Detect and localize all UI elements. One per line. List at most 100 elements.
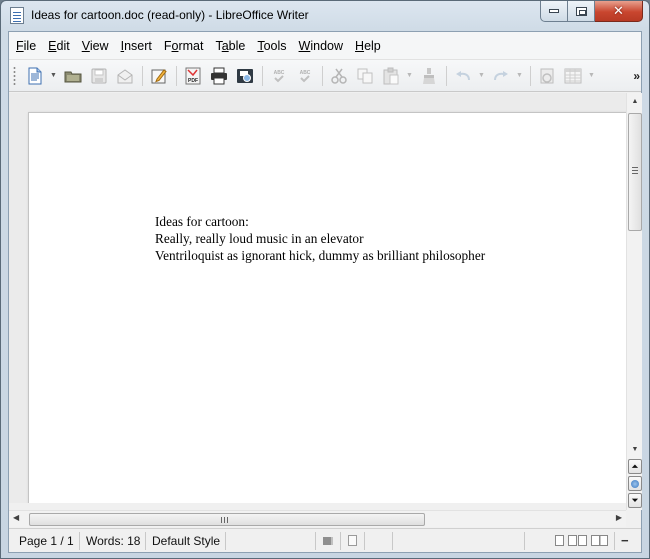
autospellcheck-icon: ABC <box>300 70 311 82</box>
folder-open-icon <box>64 71 82 82</box>
maximize-button[interactable] <box>568 1 595 22</box>
insert-mode-status[interactable] <box>316 531 341 550</box>
zoom-slider[interactable]: − <box>615 532 641 550</box>
toolbar-overflow-button[interactable]: » <box>633 69 639 83</box>
document-page[interactable]: Ideas for cartoon: Really, really loud m… <box>29 113 626 503</box>
zoom-out-icon[interactable]: − <box>621 533 629 548</box>
selection-mode-icon <box>348 535 357 546</box>
spellcheck-icon: ABC <box>274 70 285 82</box>
menu-view[interactable]: View <box>81 37 110 55</box>
toolbar-grip-handle[interactable] <box>13 65 16 86</box>
paste-dropdown[interactable]: ▼ <box>406 72 413 79</box>
menu-accelerator: H <box>355 38 365 53</box>
open-button[interactable] <box>62 65 84 87</box>
digital-signature-status[interactable] <box>365 531 393 550</box>
window-controls: ✕ <box>540 1 643 22</box>
paste-button[interactable] <box>380 65 402 87</box>
view-layout-buttons <box>525 531 615 550</box>
minimize-icon <box>549 9 559 13</box>
paintbrush-icon <box>423 67 435 84</box>
autospellcheck-button[interactable]: ABC <box>294 65 316 87</box>
menu-format[interactable]: Format <box>163 37 205 55</box>
minimize-button[interactable] <box>540 1 568 22</box>
table-icon <box>564 68 582 83</box>
horizontal-scrollbar[interactable]: ◀ ▶ <box>9 510 626 527</box>
toolbar-separator <box>142 65 143 86</box>
export-pdf-button[interactable]: PDF <box>182 65 204 87</box>
scroll-right-arrow-icon[interactable]: ▶ <box>616 513 622 522</box>
horizontal-scroll-thumb[interactable] <box>29 513 425 526</box>
spellcheck-button[interactable]: ABC <box>268 65 290 87</box>
insert-table-button[interactable] <box>562 65 584 87</box>
envelope-icon <box>117 68 133 83</box>
redo-icon <box>494 70 508 80</box>
redo-button[interactable] <box>490 65 512 87</box>
copy-button[interactable] <box>354 65 376 87</box>
object-info-status <box>393 531 525 550</box>
new-document-icon <box>28 67 42 84</box>
menu-label-rest: iew <box>89 38 109 53</box>
cut-button[interactable] <box>328 65 350 87</box>
navigation-dot-icon <box>631 479 639 488</box>
menu-table[interactable]: Table <box>214 37 246 55</box>
menu-tools[interactable]: Tools <box>256 37 287 55</box>
menu-accelerator: F <box>16 38 24 53</box>
menu-file[interactable]: File <box>15 37 37 55</box>
menu-label-prefix: F <box>163 38 172 53</box>
menu-label-rest: elp <box>364 38 381 53</box>
scroll-left-arrow-icon[interactable]: ◀ <box>13 513 19 522</box>
menu-label-rest: ble <box>228 38 246 53</box>
standard-toolbar: ▼ PDF ABC ABC ▼ ▼ ▼ ▼ » <box>9 60 641 92</box>
vertical-scroll-thumb[interactable] <box>628 113 642 231</box>
page-style-status[interactable]: Default Style <box>146 531 226 550</box>
writer-client-area: File Edit View Insert Format Table Tools Window… <box>8 31 642 553</box>
document-body[interactable]: Ideas for cartoon: Really, really loud m… <box>155 213 485 264</box>
menu-bar: File Edit View Insert Format Table Tools Window… <box>9 32 641 60</box>
document-line: Ideas for cartoon: <box>155 214 249 229</box>
page-count-status[interactable]: Page 1 / 1 <box>9 531 80 550</box>
scroll-down-arrow-icon[interactable]: ▼ <box>627 442 643 456</box>
edit-pencil-icon <box>151 68 167 83</box>
svg-text:PDF: PDF <box>188 78 198 84</box>
menu-window[interactable]: Window <box>298 37 344 55</box>
language-status[interactable] <box>226 531 316 550</box>
navigation-button[interactable] <box>628 476 642 491</box>
undo-button[interactable] <box>452 65 474 87</box>
next-page-button[interactable]: ⏷ <box>628 493 642 508</box>
maximize-icon <box>575 6 587 16</box>
multi-page-view-icon[interactable] <box>568 535 587 546</box>
vertical-scrollbar[interactable]: ▲ ▼ ⏶ ⏷ <box>626 93 642 510</box>
save-button[interactable] <box>88 65 110 87</box>
menu-edit[interactable]: Edit <box>47 37 71 55</box>
new-document-button[interactable] <box>24 65 46 87</box>
email-document-button[interactable] <box>114 65 136 87</box>
close-button[interactable]: ✕ <box>595 1 643 22</box>
redo-dropdown[interactable]: ▼ <box>516 72 523 79</box>
menu-help[interactable]: Help <box>354 37 382 55</box>
menu-label-rest: dit <box>56 38 70 53</box>
undo-dropdown[interactable]: ▼ <box>478 72 485 79</box>
menu-label-rest: ools <box>263 38 287 53</box>
clone-formatting-button[interactable] <box>418 65 440 87</box>
print-preview-button[interactable] <box>234 65 256 87</box>
title-bar[interactable]: Ideas for cartoon.doc (read-only) - Libr… <box>1 1 649 31</box>
print-button[interactable] <box>208 65 230 87</box>
edit-document-button[interactable] <box>148 65 170 87</box>
menu-insert[interactable]: Insert <box>120 37 153 55</box>
toolbar-separator <box>176 65 177 86</box>
selection-mode-status[interactable] <box>341 531 365 550</box>
document-workspace: Ideas for cartoon: Really, really loud m… <box>9 93 626 503</box>
menu-label-rest: nsert <box>124 38 152 53</box>
insert-mode-icon <box>323 536 333 545</box>
insert-table-dropdown[interactable]: ▼ <box>588 72 595 79</box>
single-page-view-icon[interactable] <box>555 535 564 546</box>
menu-label-rest: rmat <box>178 38 204 53</box>
book-view-icon[interactable] <box>591 535 608 546</box>
toolbar-separator <box>262 65 263 86</box>
toolbar-separator <box>530 65 531 86</box>
navigator-button[interactable] <box>536 65 558 87</box>
previous-page-button[interactable]: ⏶ <box>628 459 642 474</box>
scroll-up-arrow-icon[interactable]: ▲ <box>627 93 643 110</box>
word-count-status[interactable]: Words: 18 <box>80 531 146 550</box>
new-document-dropdown[interactable]: ▼ <box>50 72 57 79</box>
